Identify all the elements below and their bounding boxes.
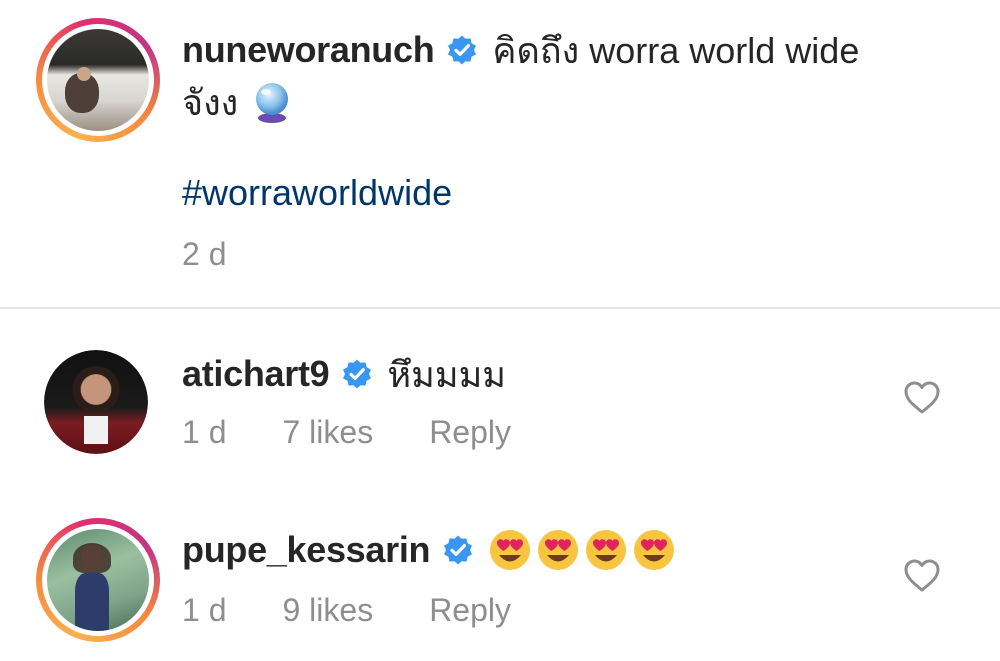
story-avatar-nuneworanuch[interactable] <box>36 18 160 142</box>
reply-button[interactable]: Reply <box>429 592 511 629</box>
like-heart-icon[interactable] <box>902 378 942 418</box>
verified-badge-icon <box>448 35 477 65</box>
story-avatar-pupe_kessarin[interactable] <box>36 518 160 642</box>
crystal-ball-icon <box>256 83 289 123</box>
post-caption: nuneworanuch คิดถึง worra world wide จัง… <box>0 0 1000 308</box>
hashtag-link[interactable]: #worraworldwide <box>182 172 452 214</box>
comment-likes[interactable]: 9 likes <box>282 592 373 629</box>
comment-text: หึมมมม <box>387 353 507 395</box>
heart-eyes-emoji-icon <box>586 530 627 570</box>
post-username[interactable]: nuneworanuch <box>182 29 435 71</box>
verified-badge-icon <box>343 359 372 389</box>
heart-eyes-emoji-icon <box>490 530 531 570</box>
comment-likes[interactable]: 7 likes <box>282 414 373 451</box>
avatar-atichart9[interactable] <box>44 350 148 454</box>
post-timestamp[interactable]: 2 d <box>182 236 226 273</box>
reply-button[interactable]: Reply <box>429 414 511 451</box>
like-heart-icon[interactable] <box>902 556 942 596</box>
avatar <box>47 29 149 131</box>
comment-timestamp[interactable]: 1 d <box>182 414 226 451</box>
divider <box>0 307 1000 309</box>
verified-badge-icon <box>444 535 473 565</box>
caption-text-line2: จังง <box>182 81 239 123</box>
heart-eyes-emoji-icon <box>538 530 579 570</box>
caption-text: คิดถึง worra world wide <box>492 29 860 71</box>
comment-timestamp[interactable]: 1 d <box>182 592 226 629</box>
avatar <box>47 529 149 631</box>
heart-eyes-emoji-icon <box>634 530 675 570</box>
comment-username[interactable]: atichart9 <box>182 353 330 395</box>
comment-username[interactable]: pupe_kessarin <box>182 529 431 571</box>
comment-emoji-text <box>488 528 680 572</box>
